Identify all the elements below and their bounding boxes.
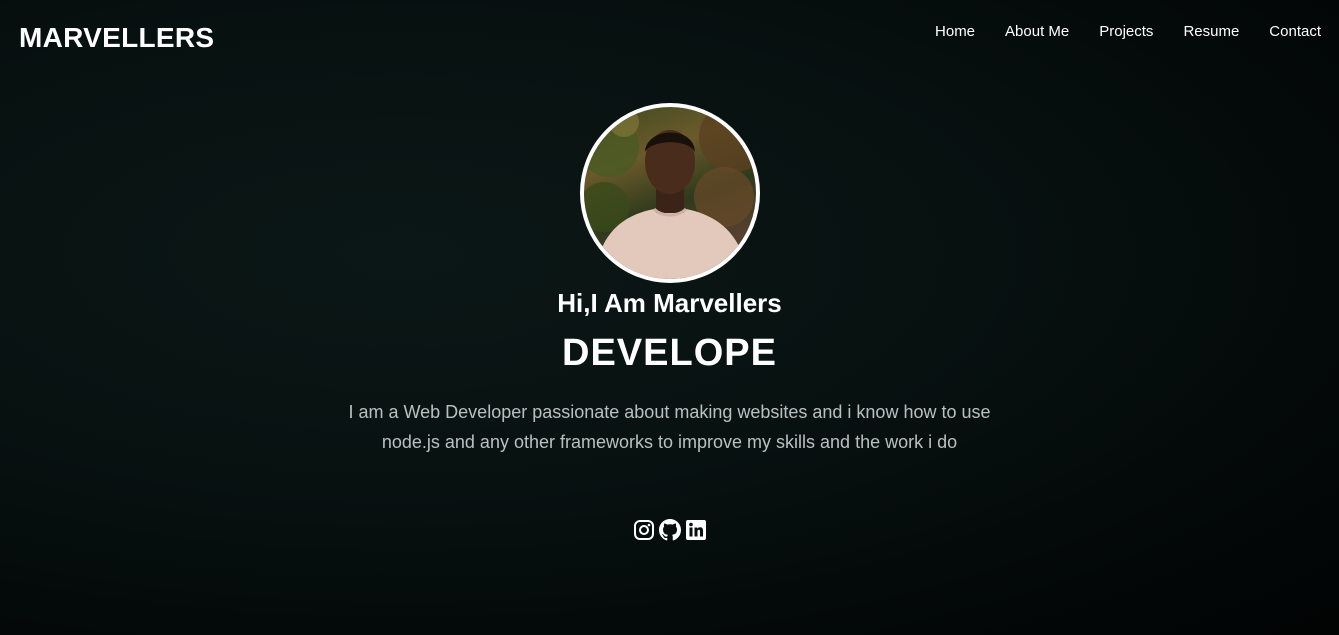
avatar-portrait bbox=[583, 107, 756, 279]
hero-greeting: Hi,I Am Marvellers bbox=[557, 288, 782, 318]
nav-link-resume[interactable]: Resume bbox=[1183, 23, 1239, 40]
nav-links: Home About Me Projects Resume Contact bbox=[905, 23, 1321, 40]
nav-link-about-me[interactable]: About Me bbox=[1005, 23, 1069, 40]
hero-bio: I am a Web Developer passionate about ma… bbox=[348, 402, 991, 452]
avatar bbox=[579, 103, 760, 283]
github-icon[interactable] bbox=[658, 519, 681, 541]
nav-link-projects[interactable]: Projects bbox=[1099, 23, 1153, 40]
nav-link-contact[interactable]: Contact bbox=[1269, 23, 1321, 40]
navbar: MARVELLERS Home About Me Projects Resume… bbox=[0, 0, 1339, 80]
linkedin-icon[interactable] bbox=[685, 519, 707, 541]
social-links bbox=[0, 519, 1339, 541]
instagram-icon[interactable] bbox=[633, 519, 655, 541]
brand-logo[interactable]: MARVELLERS bbox=[19, 22, 214, 54]
nav-link-home[interactable]: Home bbox=[935, 23, 975, 40]
hero-role: DEVELOPE bbox=[562, 332, 777, 374]
hero-section: Hi,I Am Marvellers DEVELOPE I am a Web D… bbox=[0, 103, 1339, 541]
